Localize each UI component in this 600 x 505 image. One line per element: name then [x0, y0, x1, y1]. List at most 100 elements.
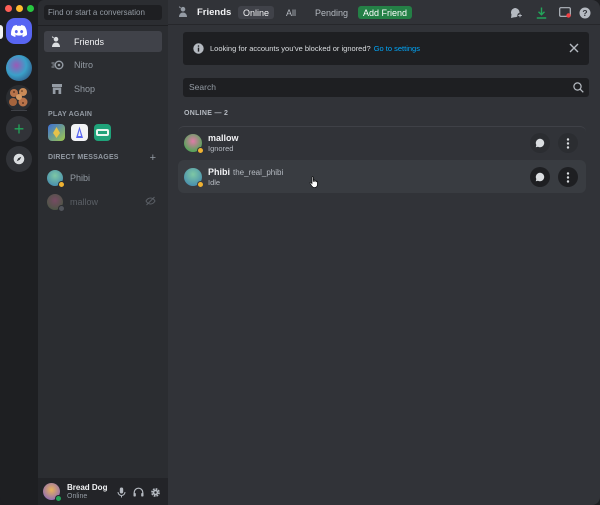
user-name: Bread Dog [67, 482, 108, 492]
dm-name: mallow [70, 196, 99, 207]
new-group-dm-button[interactable] [510, 6, 523, 19]
friend-username: the_real_phibi [233, 168, 284, 177]
microphone-icon [117, 487, 125, 497]
help-icon: ? [579, 7, 590, 18]
friend-name: mallow [208, 133, 239, 143]
home-button[interactable] [6, 18, 32, 44]
user-avatar[interactable] [43, 483, 62, 502]
online-status-icon [55, 495, 62, 502]
idle-status-icon [197, 147, 204, 154]
more-options-button[interactable] [558, 167, 578, 187]
friend-info: mallow Ignored [208, 133, 239, 153]
friend-row-mallow[interactable]: mallow Ignored [178, 126, 586, 159]
tab-pending[interactable]: Pending [310, 6, 353, 19]
nitro-icon [50, 58, 64, 72]
compass-icon [13, 153, 25, 165]
deafen-button[interactable] [132, 486, 144, 498]
friend-status: Idle [208, 178, 221, 187]
dm-item-mallow[interactable]: mallow [44, 191, 162, 212]
friends-icon [178, 6, 187, 17]
avatar [47, 193, 65, 212]
idle-status-icon [58, 180, 65, 188]
shop-icon [50, 82, 64, 96]
game-icon-2[interactable] [71, 124, 88, 141]
chat-bubble-icon [535, 138, 545, 148]
download-apps-button[interactable] [535, 6, 548, 19]
friends-icon [50, 35, 64, 49]
close-window-button[interactable] [5, 5, 12, 12]
plus-icon: + [13, 118, 25, 139]
offline-status-icon [58, 204, 65, 212]
sidebar-item-shop[interactable]: Shop [44, 78, 162, 99]
game-icon-3[interactable] [94, 124, 111, 141]
user-panel: Bread Dog Online [38, 478, 168, 505]
avatar [184, 134, 204, 154]
friend-row-phibi[interactable]: Phibi the_real_phibi Idle [178, 160, 586, 193]
sidebar-item-nitro[interactable]: Nitro [44, 54, 162, 75]
dm-sidebar: Find or start a conversation Friends Nit… [38, 0, 168, 505]
header-title: Friends [178, 6, 231, 18]
mute-button[interactable] [115, 486, 127, 498]
user-settings-button[interactable] [149, 486, 161, 498]
inbox-button[interactable] [558, 6, 571, 19]
close-icon[interactable] [569, 43, 579, 53]
user-status: Online [67, 492, 88, 500]
window-controls [5, 5, 34, 12]
dm-name: Phibi [70, 172, 91, 183]
friends-main: Friends Online All Pending Add Friend ? … [168, 0, 600, 505]
explore-servers-button[interactable] [6, 146, 32, 172]
tab-online[interactable]: Online [238, 6, 275, 19]
sidebar-item-label: Shop [74, 83, 96, 94]
server-icon-cookies[interactable] [6, 85, 32, 111]
server-rail: + [0, 0, 38, 505]
add-friend-button[interactable]: Add Friend [358, 6, 413, 19]
online-count-header: ONLINE — 2 [184, 110, 229, 117]
sidebar-divider [38, 25, 168, 26]
add-server-button[interactable]: + [6, 116, 32, 142]
inbox-icon [558, 7, 571, 18]
game-icon-1[interactable] [48, 124, 65, 141]
download-icon [536, 7, 547, 19]
tab-all[interactable]: All [281, 6, 301, 19]
find-conversation-button[interactable]: Find or start a conversation [44, 5, 162, 20]
direct-messages-header: DIRECT MESSAGES [48, 154, 119, 161]
avatar [47, 169, 65, 188]
message-button[interactable] [530, 133, 550, 153]
more-vertical-icon [566, 171, 570, 183]
idle-status-icon [197, 181, 204, 188]
search-icon [573, 82, 584, 93]
discord-logo-icon [11, 25, 27, 37]
friend-info: Phibi the_real_phibi Idle [208, 167, 283, 187]
more-options-button[interactable] [558, 133, 578, 153]
info-icon [193, 43, 204, 54]
go-to-settings-link[interactable]: Go to settings [374, 44, 420, 53]
gear-icon [150, 487, 160, 497]
friend-display-name: Phibi [208, 167, 230, 177]
header-title-text: Friends [197, 6, 232, 18]
eye-slash-icon [145, 196, 156, 206]
discord-window: + Find or start a conversation Friends N… [0, 0, 600, 505]
friends-search-input[interactable]: Search [183, 78, 589, 97]
user-info[interactable]: Bread Dog Online [67, 483, 107, 501]
friend-name: Phibi the_real_phibi [208, 167, 283, 177]
selected-pill [0, 25, 3, 39]
notice-text: Looking for accounts you've blocked or i… [210, 44, 371, 53]
sidebar-item-label: Friends [74, 36, 105, 47]
server-icon-art[interactable] [6, 55, 32, 81]
chat-bubble-icon [535, 172, 545, 182]
headphones-icon [133, 487, 143, 497]
help-button[interactable]: ? [578, 6, 591, 19]
sidebar-item-friends[interactable]: Friends [44, 31, 162, 52]
zoom-window-button[interactable] [27, 5, 34, 12]
search-placeholder: Search [189, 82, 216, 92]
dm-item-phibi[interactable]: Phibi [44, 167, 162, 188]
sidebar-item-label: Nitro [74, 59, 94, 70]
create-dm-button[interactable]: + [150, 152, 156, 164]
more-vertical-icon [566, 137, 570, 149]
friend-status: Ignored [208, 144, 234, 153]
message-button[interactable] [530, 167, 550, 187]
play-again-header: PLAY AGAIN [48, 111, 93, 118]
avatar [184, 168, 204, 188]
new-group-dm-icon [510, 7, 523, 18]
minimize-window-button[interactable] [16, 5, 23, 12]
